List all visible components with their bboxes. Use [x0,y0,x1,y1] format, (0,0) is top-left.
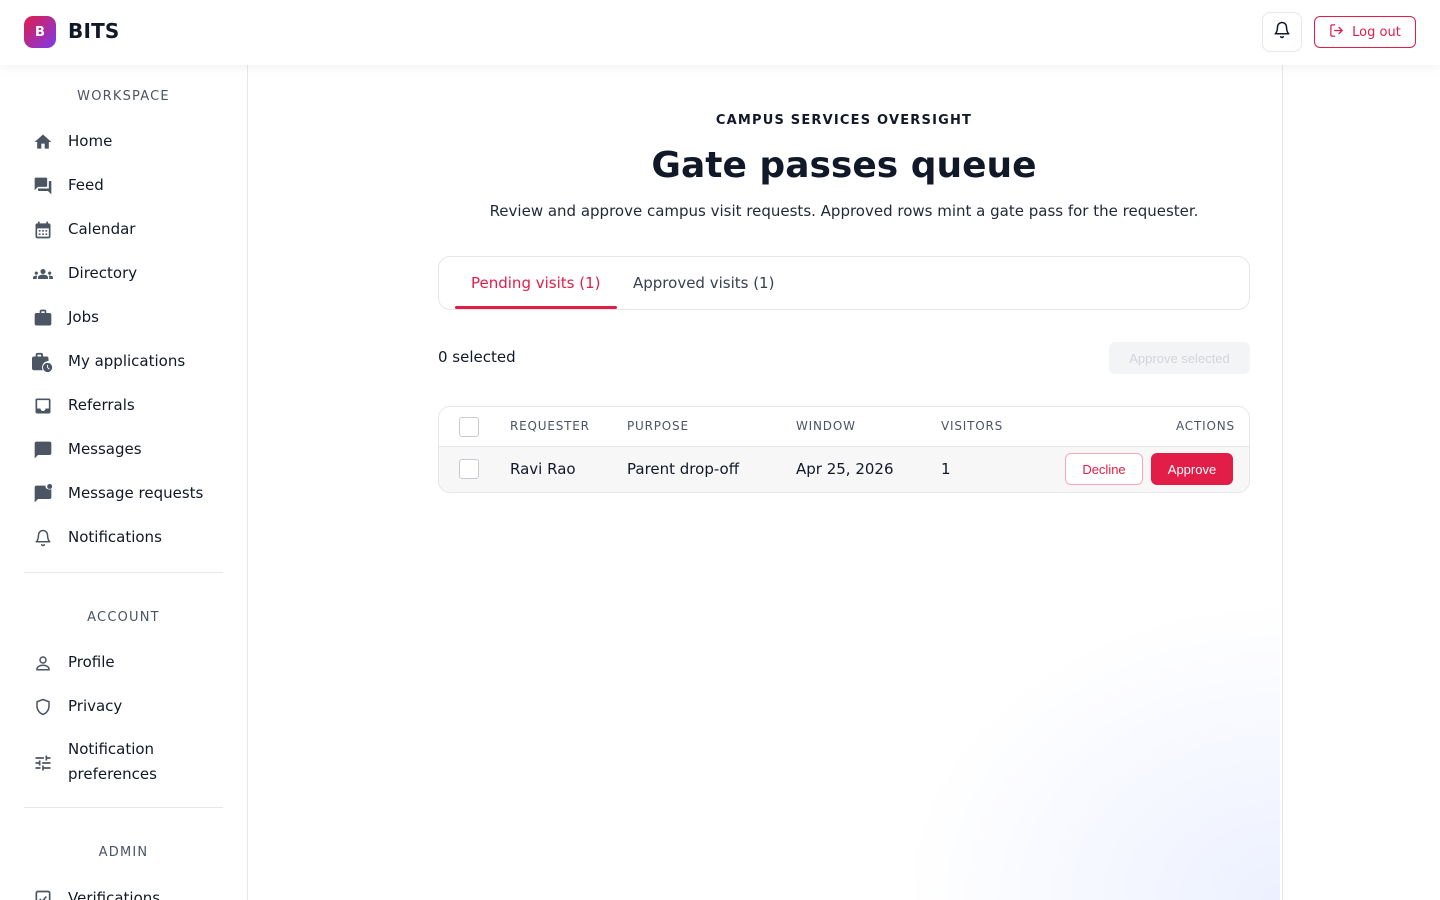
briefcase-icon [32,307,54,329]
window-cell: Apr 25, 2026 [796,460,894,478]
visitors-cell: 1 [941,460,951,478]
sidebar-item-message-requests[interactable]: Message requests [24,473,223,513]
table-row: Ravi Rao Parent drop-off Apr 25, 2026 1 … [439,447,1249,492]
sidebar-item-referrals[interactable]: Referrals [24,385,223,425]
tab-approved-visits[interactable]: Approved visits (1) [617,257,790,309]
column-header-actions: ACTIONS [1176,419,1235,433]
brand-logo[interactable]: B [24,16,56,48]
content-right-border [1282,65,1283,900]
sidebar-item-label: Calendar [68,219,136,238]
sidebar-item-label: Jobs [68,307,99,326]
sidebar-item-verifications[interactable]: Verifications [24,878,223,900]
requester-cell: Ravi Rao [510,460,576,478]
forum-icon [32,175,54,197]
sidebar-item-jobs[interactable]: Jobs [24,297,223,337]
sidebar-item-privacy[interactable]: Privacy [24,686,223,726]
sidebar-item-label: My applications [68,351,186,370]
sidebar-section-admin: ADMIN [98,845,149,860]
selected-count: 0 selected [438,348,516,366]
sidebar-item-label: Message requests [68,483,204,502]
notifications-button[interactable] [1262,12,1302,52]
sidebar-item-label: Feed [68,175,104,194]
sidebar-item-notifications[interactable]: Notifications [24,517,223,557]
bell-icon [1273,21,1291,43]
people-icon [32,263,54,285]
select-all-checkbox[interactable] [459,417,479,437]
sidebar-divider [24,572,223,573]
sidebar-item-calendar[interactable]: Calendar [24,209,223,249]
sidebar-item-label: Notification preferences [68,740,157,783]
sidebar-item-label: Directory [68,263,138,282]
sidebar-item-profile[interactable]: Profile [24,642,223,682]
sidebar-item-label: Referrals [68,395,135,414]
chat-badge-icon [32,483,54,505]
purpose-cell: Parent drop-off [627,460,740,478]
logout-button[interactable]: Log out [1314,16,1416,48]
logout-icon [1329,23,1344,42]
page-title: Gate passes queue [651,145,1037,186]
briefcase-clock-icon [32,351,54,373]
visits-table: REQUESTER PURPOSE WINDOW VISITORS ACTION… [438,406,1250,493]
chat-icon [32,439,54,461]
column-header-requester: REQUESTER [510,419,590,433]
sidebar-item-messages[interactable]: Messages [24,429,223,469]
shield-icon [32,696,54,718]
page-eyebrow: CAMPUS SERVICES OVERSIGHT [715,113,973,128]
sidebar-divider [24,807,223,808]
row-checkbox[interactable] [459,459,479,479]
active-tab-indicator [455,306,617,309]
calendar-icon [32,219,54,241]
sidebar-item-feed[interactable]: Feed [24,165,223,205]
sidebar-section-account: ACCOUNT [87,610,160,625]
tab-bar: Pending visits (1) Approved visits (1) [438,256,1250,310]
tune-icon [32,752,54,774]
sidebar-item-label: Privacy [68,696,123,715]
sidebar-item-label: Messages [68,439,142,458]
sidebar-item-label: Home [68,131,113,150]
home-icon [32,131,54,153]
page-subtitle: Review and approve campus visit requests… [489,202,1199,220]
column-header-window: WINDOW [796,419,856,433]
inbox-icon [32,395,54,417]
sidebar-item-label: Verifications [68,888,161,900]
approve-selected-button[interactable]: Approve selected [1109,342,1250,374]
bell-icon [32,527,54,549]
sidebar-item-home[interactable]: Home [24,121,223,161]
approve-button[interactable]: Approve [1151,453,1233,485]
decline-button[interactable]: Decline [1065,453,1143,485]
sidebar-section-workspace: WORKSPACE [77,89,170,104]
sidebar: WORKSPACE Home Feed Calendar Directory J… [0,65,248,900]
column-header-visitors: VISITORS [941,419,1004,433]
sidebar-item-label: Notifications [68,527,162,546]
brand-name[interactable]: BITS [68,19,120,43]
tab-pending-visits[interactable]: Pending visits (1) [455,257,616,309]
sidebar-item-label: Profile [68,652,115,671]
sidebar-item-my-applications[interactable]: My applications [24,341,223,381]
background-glow [900,600,1280,900]
logout-label: Log out [1352,24,1401,40]
sidebar-item-directory[interactable]: Directory [24,253,223,293]
top-header: B BITS Log out [0,0,1440,65]
sidebar-item-notification-preferences[interactable]: Notification preferences [24,737,223,789]
person-icon [32,652,54,674]
table-header: REQUESTER PURPOSE WINDOW VISITORS ACTION… [439,407,1249,447]
column-header-purpose: PURPOSE [627,419,689,433]
verified-icon [32,888,54,900]
